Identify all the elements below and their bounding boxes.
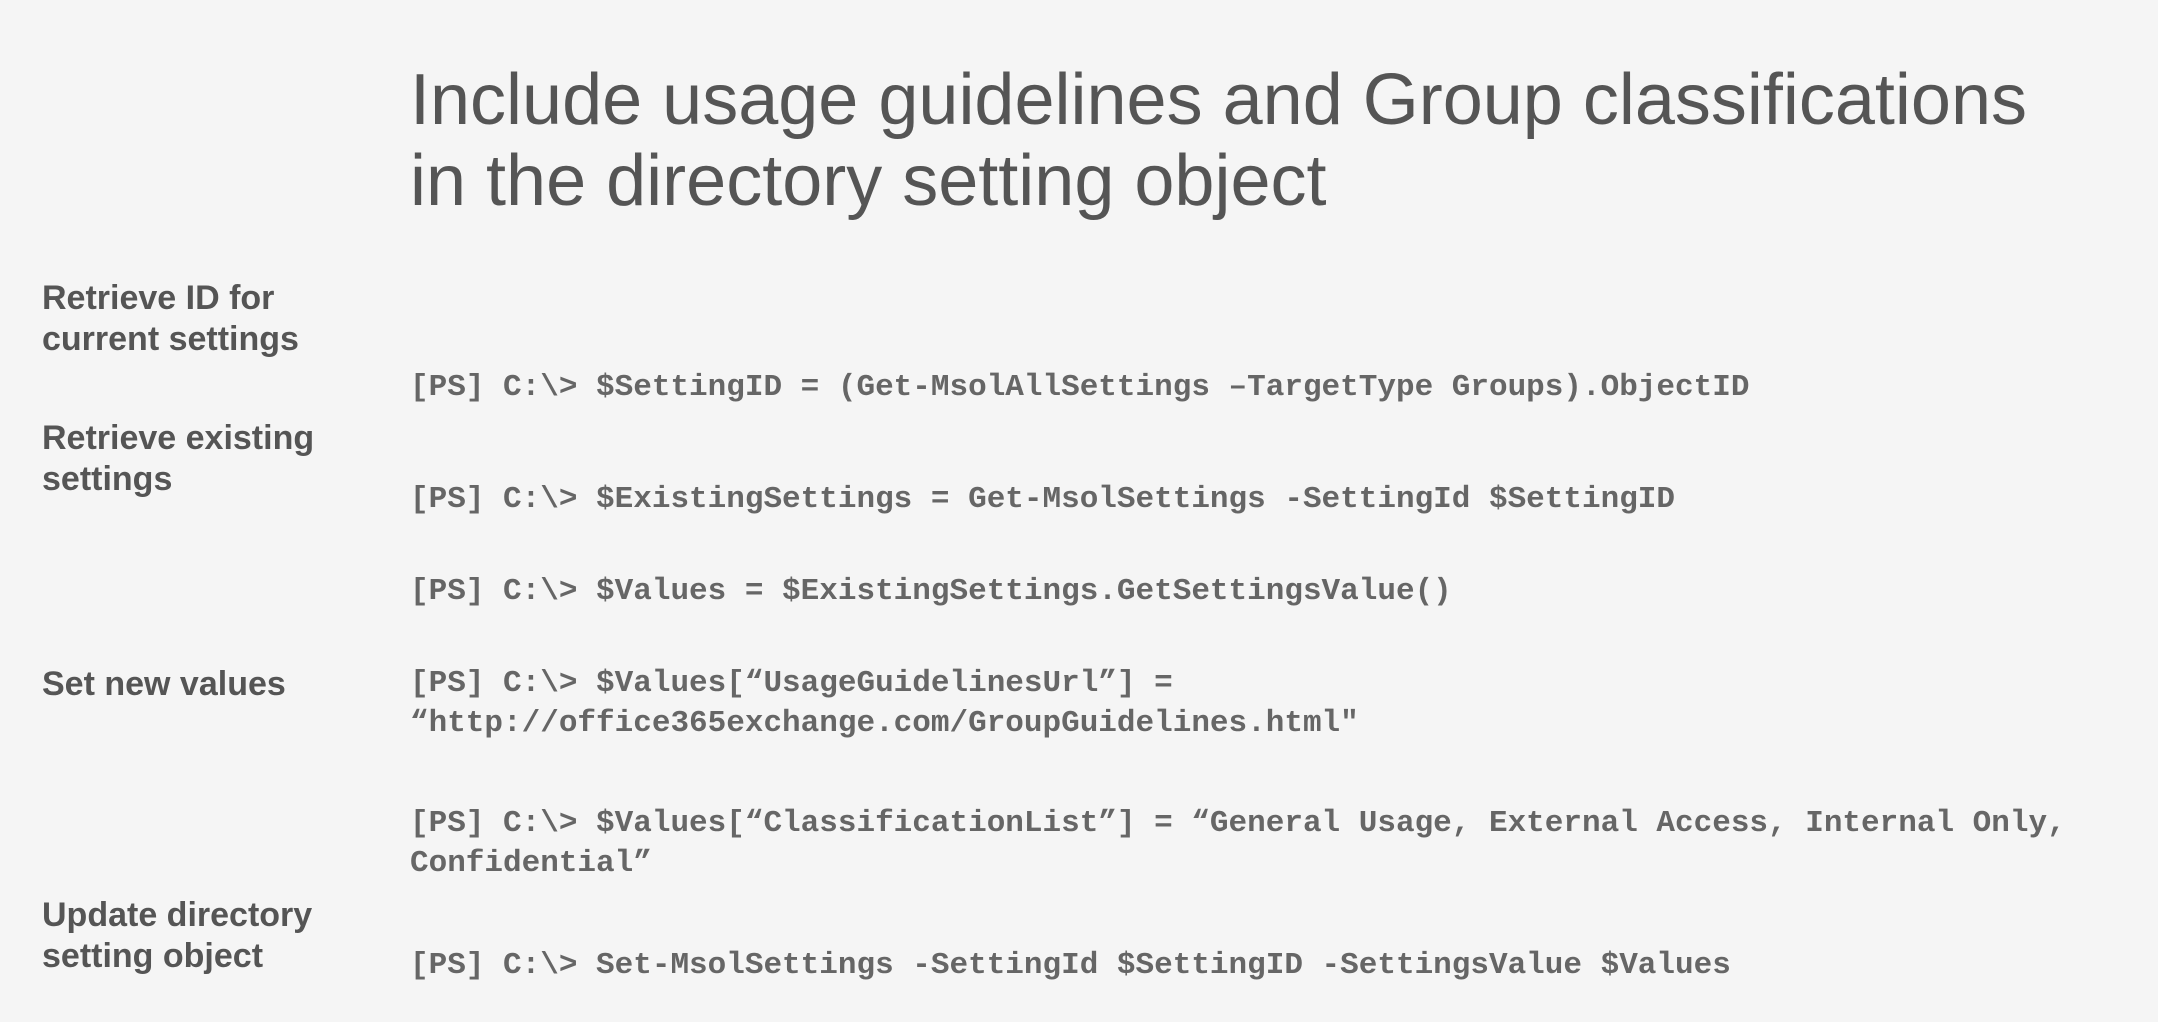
code-line-3: [PS] C:\> $Values = $ExistingSettings.Ge… xyxy=(410,572,2078,612)
code-line-4: [PS] C:\> $Values[“UsageGuidelinesUrl”] … xyxy=(410,664,2078,743)
label-update-directory: Update directory setting object xyxy=(42,895,372,977)
code-line-5: [PS] C:\> $Values[“ClassificationList”] … xyxy=(410,804,2078,883)
slide-container: Include usage guidelines and Group class… xyxy=(0,0,2158,1022)
label-set-new-values: Set new values xyxy=(42,664,372,705)
page-title: Include usage guidelines and Group class… xyxy=(410,60,2098,221)
code-line-6: [PS] C:\> Set-MsolSettings -SettingId $S… xyxy=(410,946,2078,986)
label-retrieve-id: Retrieve ID for current settings xyxy=(42,278,372,360)
code-line-1: [PS] C:\> $SettingID = (Get-MsolAllSetti… xyxy=(410,368,2078,408)
label-retrieve-existing: Retrieve existing settings xyxy=(42,418,372,500)
code-line-2: [PS] C:\> $ExistingSettings = Get-MsolSe… xyxy=(410,480,2078,520)
